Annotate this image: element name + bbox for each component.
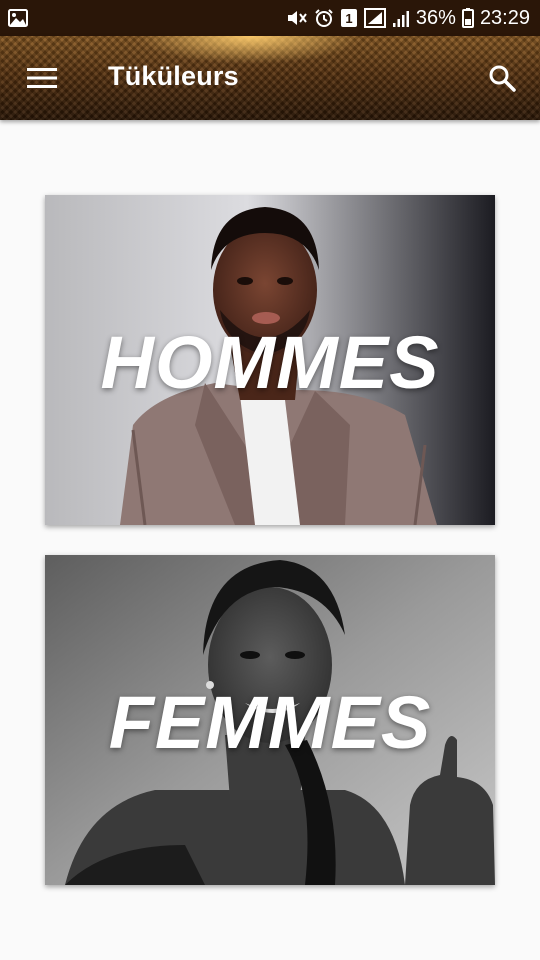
category-card-men[interactable]: HOMMES — [45, 195, 495, 525]
image-icon — [8, 9, 28, 27]
category-label-men: HOMMES — [100, 321, 440, 404]
app-title: Tüküleurs — [108, 61, 239, 91]
search-button[interactable] — [486, 62, 518, 94]
clock-time: 23:29 — [479, 7, 530, 29]
menu-button[interactable] — [26, 64, 58, 92]
alarm-icon — [314, 8, 334, 28]
svg-text:1: 1 — [345, 11, 352, 26]
mute-icon — [286, 8, 308, 28]
search-icon — [489, 65, 516, 92]
hamburger-menu-icon — [27, 68, 57, 88]
battery-icon — [461, 8, 474, 28]
category-card-women[interactable]: FEMMES — [45, 555, 495, 885]
app-bar: Tüküleurs — [0, 36, 540, 120]
signal-bars-icon — [392, 8, 410, 28]
status-bar: 1 36% 23:29 — [0, 0, 540, 36]
category-label-women: FEMMES — [108, 681, 432, 764]
signal-icon — [363, 8, 386, 28]
sim-1-icon: 1 — [340, 8, 358, 28]
battery-percent: 36% — [415, 7, 456, 29]
